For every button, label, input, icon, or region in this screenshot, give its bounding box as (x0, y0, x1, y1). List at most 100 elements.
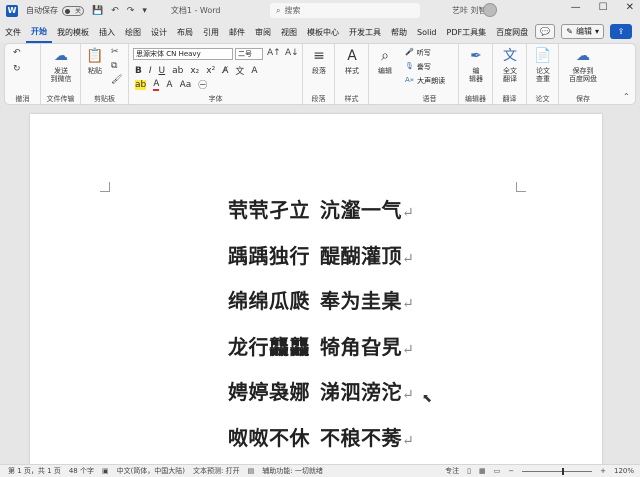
group-clipboard: 📋 粘贴 ✂ ⧉ 🖌 剪贴板 (81, 44, 129, 106)
translate-icon: 文 (503, 48, 517, 64)
highlight-icon[interactable]: ab (135, 79, 147, 90)
status-bar: 第 1 页，共 1 页 48 个字 ▣ 中文(简体，中国大陆) 文本预测: 打开… (0, 464, 640, 477)
read-mode-icon[interactable]: ▯ (467, 467, 471, 475)
accessibility-status[interactable]: 辅助功能: 一切就绪 (262, 466, 323, 476)
focus-button[interactable]: 专注 (445, 466, 459, 476)
full-translate-button[interactable]: 文 全文 翻译 (497, 47, 523, 83)
customize-icon[interactable]: ▾ (142, 6, 147, 16)
group-file-transfer: ☁ 发送 到微信 文件传输 (41, 44, 81, 106)
undo-icon[interactable]: ↶ (111, 6, 119, 16)
ribbon-tabs: 文件 开始 我的模板 插入 绘图 设计 布局 引用 邮件 审阅 视图 模板中心 … (0, 21, 640, 43)
avatar[interactable] (483, 3, 497, 17)
tab-design[interactable]: 设计 (146, 21, 172, 43)
tab-review[interactable]: 审阅 (250, 21, 276, 43)
paper-check-button[interactable]: 📄 论文 查重 (530, 47, 556, 83)
share-button[interactable]: ⇪ (610, 24, 632, 39)
tab-pdf-tools[interactable]: PDF工具集 (442, 21, 492, 43)
tab-mailings[interactable]: 邮件 (224, 21, 250, 43)
page-count[interactable]: 第 1 页，共 1 页 (8, 466, 61, 476)
bold-icon[interactable]: B (135, 66, 142, 76)
word-count[interactable]: 48 个字 (69, 466, 94, 476)
copy-icon[interactable]: ⧉ (111, 61, 117, 71)
subscript-icon[interactable]: x₂ (190, 66, 199, 76)
document-page[interactable]: 茕茕孑立 沆瀣一气↵ 踽踽独行 醍醐灌顶↵ 绵绵瓜瓞 奉为圭臬↵ 龙行龘龘 犄角旮旯↵ … (30, 114, 602, 464)
minimize-icon[interactable]: — (571, 2, 581, 13)
tab-help[interactable]: 帮助 (386, 21, 412, 43)
user-name[interactable]: 艺咔 刘智 (452, 5, 487, 16)
tab-insert[interactable]: 插入 (94, 21, 120, 43)
group-translate: 文 全文 翻译 翻译 (493, 44, 527, 106)
font-name-select[interactable]: 思源宋体 CN Heavy (133, 48, 233, 60)
collapse-ribbon-icon[interactable]: ⌃ (623, 92, 630, 101)
style-button[interactable]: A 样式 (339, 47, 365, 75)
tab-my-templates[interactable]: 我的模板 (52, 21, 94, 43)
enclose-char-icon[interactable]: ㊀ (198, 78, 207, 91)
tab-layout[interactable]: 布局 (172, 21, 198, 43)
char-shading-icon[interactable]: A (166, 80, 172, 90)
tab-template-center[interactable]: 模板中心 (302, 21, 344, 43)
strikethrough-icon[interactable]: ab (172, 66, 183, 76)
group-paper: 📄 论文 查重 论文 (527, 44, 559, 106)
paste-button[interactable]: 📋 粘贴 (83, 47, 107, 75)
tab-draw[interactable]: 绘图 (120, 21, 146, 43)
maximize-icon[interactable]: ☐ (599, 2, 608, 13)
editor-button[interactable]: ✒ 编 辑器 (463, 47, 489, 83)
poem-body[interactable]: 茕茕孑立 沆瀣一气↵ 踽踽独行 醍醐灌顶↵ 绵绵瓜瓞 奉为圭臬↵ 龙行龘龘 犄角旮旯↵ … (228, 194, 414, 464)
tab-references[interactable]: 引用 (198, 21, 224, 43)
print-layout-icon[interactable]: ▦ (479, 467, 486, 475)
transcribe-button[interactable]: 🎙 誊写 (405, 62, 431, 72)
search-input[interactable]: ⌕ 搜索 (270, 3, 420, 18)
wechat-icon: ☁ (54, 48, 68, 64)
tab-developer[interactable]: 开发工具 (344, 21, 386, 43)
tab-view[interactable]: 视图 (276, 21, 302, 43)
language-status[interactable]: 中文(简体，中国大陆) (117, 466, 185, 476)
macro-icon[interactable]: ▤ (248, 467, 255, 475)
superscript-icon[interactable]: x² (206, 66, 215, 76)
zoom-slider[interactable] (522, 467, 593, 475)
undo-icon[interactable]: ↶ (13, 48, 21, 58)
text-predict-status[interactable]: 文本预测: 打开 (193, 466, 240, 476)
group-save: ☁ 保存到 百度网盘 保存 (559, 44, 607, 106)
document-area: 茕茕孑立 沆瀣一气↵ 踽踽独行 醍醐灌顶↵ 绵绵瓜瓞 奉为圭臬↵ 龙行龘龘 犄角旮旯↵ … (0, 106, 640, 464)
comment-button[interactable]: 💬 (535, 24, 556, 39)
char-border-icon[interactable]: A (251, 66, 257, 76)
cut-icon[interactable]: ✂ (111, 47, 119, 57)
poem-line: 龙行龘龘 犄角旮旯↵ (228, 334, 415, 359)
change-case-icon[interactable]: Aa (180, 80, 192, 90)
word-logo-icon: W (6, 4, 18, 17)
redo-icon[interactable]: ↻ (13, 64, 21, 74)
send-to-wechat-button[interactable]: ☁ 发送 到微信 (45, 47, 77, 83)
clear-format-icon[interactable]: A̸ (222, 66, 228, 76)
phonetic-icon[interactable]: 文 (235, 64, 244, 77)
read-aloud-button[interactable]: A» 大声朗读 (405, 76, 445, 86)
tab-home[interactable]: 开始 (26, 21, 52, 43)
italic-icon[interactable]: I (149, 66, 152, 76)
tab-baidu-netdisk[interactable]: 百度网盘 (491, 21, 533, 43)
editing-mode-button[interactable]: ✎ 编辑 ▾ (561, 24, 604, 39)
close-icon[interactable]: ✕ (626, 2, 634, 13)
web-layout-icon[interactable]: ▭ (494, 467, 501, 475)
paragraph-button[interactable]: ≡ 段落 (306, 47, 332, 75)
proofing-icon[interactable]: ▣ (102, 467, 109, 475)
redo-icon[interactable]: ↷ (127, 6, 135, 16)
poem-line: 娉婷袅娜 涕泗滂沱↵ (228, 380, 415, 404)
zoom-out-icon[interactable]: − (508, 467, 514, 475)
dictate-button[interactable]: 🎤 听写 (405, 48, 431, 58)
autosave-toggle[interactable]: 关 (62, 5, 84, 16)
baidu-cloud-icon: ☁ (576, 48, 590, 64)
zoom-in-icon[interactable]: + (600, 467, 606, 475)
zoom-level[interactable]: 120% (614, 467, 634, 475)
font-color-icon[interactable]: A (153, 79, 160, 91)
group-editor: ✒ 编 辑器 编辑器 (459, 44, 493, 106)
shrink-font-icon[interactable]: A↓ (285, 48, 299, 58)
grow-font-icon[interactable]: A↑ (267, 48, 281, 58)
tab-solid[interactable]: Solid (412, 21, 442, 43)
save-baidu-button[interactable]: ☁ 保存到 百度网盘 (563, 47, 603, 83)
tab-file[interactable]: 文件 (0, 21, 26, 43)
font-size-select[interactable]: 二号 (235, 48, 263, 60)
edit-button[interactable]: ⌕ 编辑 (372, 47, 398, 75)
save-icon[interactable]: 💾 (92, 6, 103, 16)
poem-line: 呶呶不休 不稂不莠↵ (228, 425, 415, 450)
underline-icon[interactable]: U (159, 66, 166, 76)
format-painter-icon[interactable]: 🖌 (111, 75, 122, 85)
